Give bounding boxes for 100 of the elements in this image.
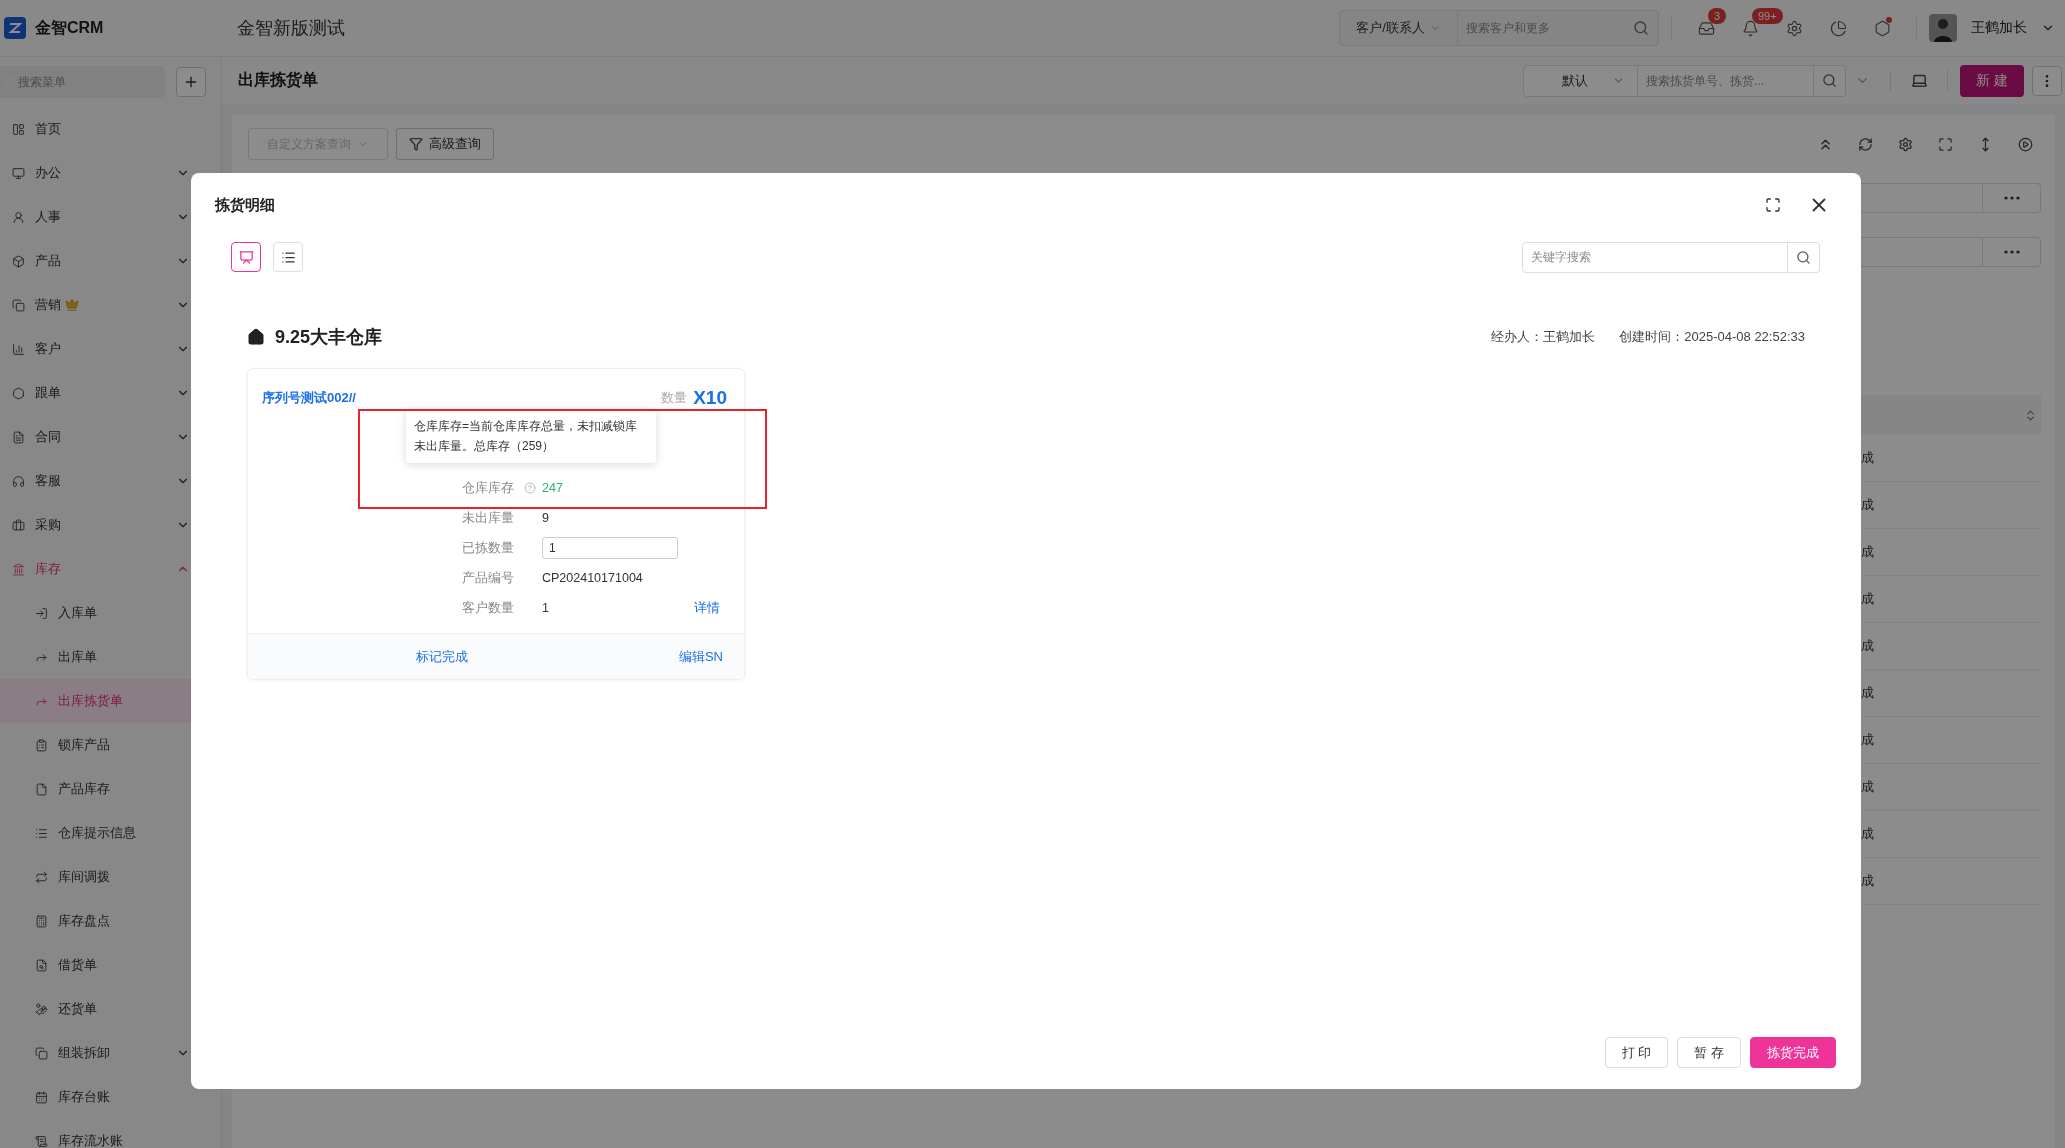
pie-chart-icon [1829, 19, 1847, 37]
submenu-item[interactable]: 库存盘点 [0, 899, 221, 943]
scroll-icon [35, 1134, 48, 1148]
stack-icon [12, 298, 25, 312]
menu-item[interactable]: 首页 [0, 107, 221, 151]
submenu-item[interactable]: 产品库存 [0, 767, 221, 811]
submenu-item[interactable]: 入库单 [0, 591, 221, 635]
card-action-link[interactable]: 编辑SN [678, 647, 723, 666]
hexagon-icon [1873, 19, 1891, 37]
quantity-label: 数量 [661, 389, 688, 407]
cube-icon [12, 254, 25, 268]
field-value: 9 [542, 511, 549, 525]
status-cell: 成 [1861, 872, 1874, 890]
ellipsis-icon [2003, 196, 2020, 200]
new-button[interactable]: 新 建 [1960, 64, 2024, 97]
headset-icon [12, 474, 25, 488]
add-button[interactable] [176, 67, 206, 97]
submenu-item[interactable]: 锁库产品 [0, 723, 221, 767]
submenu-item[interactable]: 库间调拨 [0, 855, 221, 899]
scope-select[interactable]: 客户/联系人 [1339, 10, 1457, 46]
submenu-item[interactable]: 还货单 [0, 987, 221, 1031]
document-icon [12, 430, 25, 444]
monitor-icon [12, 166, 25, 180]
menu-item[interactable]: 客户 [0, 327, 221, 371]
list-icon [280, 249, 296, 265]
status-cell: 成 [1861, 496, 1874, 514]
status-cell: 成 [1861, 590, 1874, 608]
search-button[interactable] [1814, 64, 1847, 97]
fullscreen-icon [1765, 197, 1781, 213]
ellipsis-icon [2003, 250, 2020, 254]
count-badge: 99+ [1752, 8, 1783, 24]
advanced-query-button[interactable]: 高级查询 [396, 128, 494, 160]
refresh-icon [1857, 136, 1873, 152]
order-search-field[interactable]: 搜索拣货单号、拣货... [1638, 64, 1815, 97]
menu-item[interactable]: 营销 [0, 283, 221, 327]
settings-icon [1785, 19, 1803, 37]
avatar[interactable] [1929, 14, 1957, 42]
warehouse-name: 9.25大丰仓库 [275, 326, 384, 349]
hand-coins-icon [35, 1002, 48, 1016]
field-value: CP202410171004 [542, 571, 643, 585]
logo-icon [4, 17, 26, 39]
finish-picking-button[interactable]: 拣货完成 [1750, 1037, 1836, 1068]
card-action-link[interactable]: 标记完成 [416, 647, 468, 666]
status-cell: 成 [1861, 731, 1874, 749]
filter-icon [409, 137, 423, 151]
stack-icon [35, 1046, 48, 1060]
details-link[interactable]: 详情 [694, 599, 720, 617]
field-label: 未出库量 [462, 509, 515, 527]
picked-quantity-input[interactable]: 1 [542, 537, 678, 559]
created-time: 创建时间：2025-04-08 22:52:33 [1619, 328, 1805, 346]
menu-item[interactable]: 产品 [0, 239, 221, 283]
hexagon-icon [12, 386, 25, 400]
alert-dot [1886, 17, 1892, 23]
laptop-icon [1910, 72, 1928, 89]
status-cell: 成 [1861, 543, 1874, 561]
submenu-item[interactable]: 库存台账 [0, 1075, 221, 1119]
user-name[interactable]: 王鹤加长 [1971, 19, 2027, 37]
submenu-item[interactable]: 出库单 [0, 635, 221, 679]
menu-item[interactable]: 采购 [0, 503, 221, 547]
fullscreen-icon [1937, 136, 1953, 152]
field-label: 已拣数量 [462, 539, 515, 557]
dialog-title: 拣货明细 [215, 195, 276, 215]
submenu-item[interactable]: 组装拆卸 [0, 1031, 221, 1075]
menu-item[interactable]: 客服 [0, 459, 221, 503]
product-link[interactable]: 序列号测试002// [262, 389, 662, 407]
menu-item[interactable]: 办公 [0, 151, 221, 195]
search-button[interactable] [1788, 241, 1820, 273]
submenu-item[interactable]: 仓库提示信息 [0, 811, 221, 855]
view-select[interactable]: 默认 [1523, 64, 1639, 97]
search-icon [1822, 73, 1838, 88]
keyword-search-field[interactable]: 关键字搜索 [1522, 241, 1788, 273]
inbox-icon [1697, 19, 1715, 37]
submenu-item[interactable]: 库存流水账 [0, 1119, 221, 1148]
menu-item[interactable]: 库存 [0, 547, 221, 591]
dialog-button[interactable]: 暂 存 [1677, 1037, 1741, 1068]
list-icon [35, 826, 48, 840]
transfer-icon [35, 870, 48, 884]
app-name: 金智CRM [35, 17, 105, 38]
submenu-item[interactable]: 借货单 [0, 943, 221, 987]
field-label: 仓库库存 [462, 479, 515, 497]
settings-icon [1897, 136, 1913, 152]
view-toggle[interactable] [231, 242, 261, 272]
workspace-title: 金智新版测试 [237, 17, 345, 40]
clipboard-icon [35, 738, 48, 752]
search-icon [1796, 249, 1811, 265]
panel-icon [12, 122, 25, 136]
sort-icon[interactable] [2024, 408, 2037, 422]
dialog-button[interactable]: 打 印 [1604, 1037, 1669, 1068]
warehouse-icon [247, 328, 265, 346]
count-badge: 3 [1708, 8, 1727, 24]
menu-item[interactable]: 跟单 [0, 371, 221, 415]
page-title: 出库拣货单 [238, 70, 318, 91]
briefcase-icon [12, 518, 25, 532]
calendar-icon [35, 1090, 48, 1104]
status-cell: 成 [1861, 684, 1874, 702]
board-icon [238, 249, 254, 265]
crown-icon [65, 298, 79, 312]
menu-item[interactable]: 合同 [0, 415, 221, 459]
bank-icon [12, 562, 25, 576]
status-cell: 成 [1861, 825, 1874, 843]
